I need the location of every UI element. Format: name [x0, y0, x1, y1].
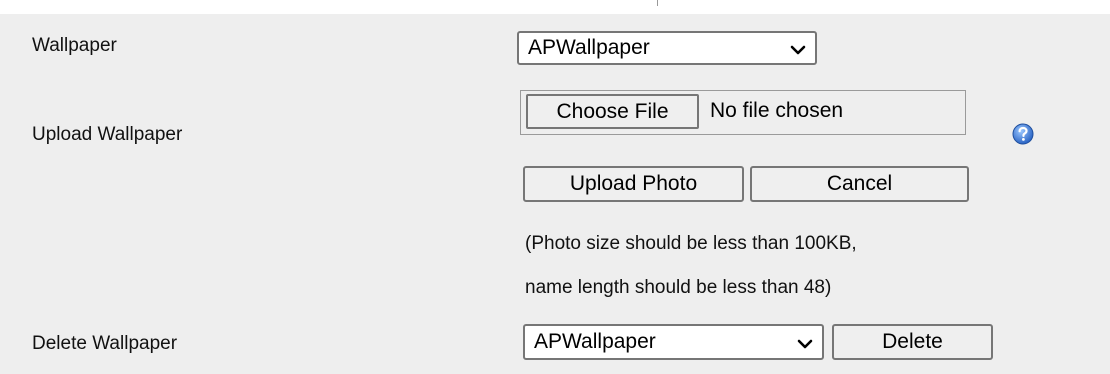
wallpaper-select[interactable]: APWallpaper [517, 31, 817, 65]
wallpaper-settings-panel: Wallpaper APWallpaper Upload Wallpaper C… [0, 14, 1110, 374]
wallpaper-label: Wallpaper [32, 35, 117, 56]
upload-note-line1: (Photo size should be less than 100KB, [525, 233, 857, 254]
cancel-button[interactable]: Cancel [750, 166, 969, 202]
upload-photo-button[interactable]: Upload Photo [523, 166, 744, 202]
divider-mark [657, 0, 658, 6]
delete-wallpaper-select[interactable]: APWallpaper [523, 324, 824, 360]
chevron-down-icon [790, 45, 806, 55]
delete-button[interactable]: Delete [832, 324, 993, 360]
wallpaper-select-value: APWallpaper [528, 36, 650, 59]
file-input[interactable]: Choose File No file chosen [520, 90, 966, 135]
file-status-text: No file chosen [710, 99, 844, 122]
chevron-down-icon [797, 339, 813, 349]
delete-wallpaper-label: Delete Wallpaper [32, 333, 178, 354]
upload-note-line2: name length should be less than 48) [525, 277, 832, 298]
delete-select-value: APWallpaper [534, 330, 656, 353]
upload-wallpaper-label: Upload Wallpaper [32, 124, 183, 145]
choose-file-button[interactable]: Choose File [526, 94, 699, 129]
help-question-icon[interactable] [1011, 122, 1035, 146]
